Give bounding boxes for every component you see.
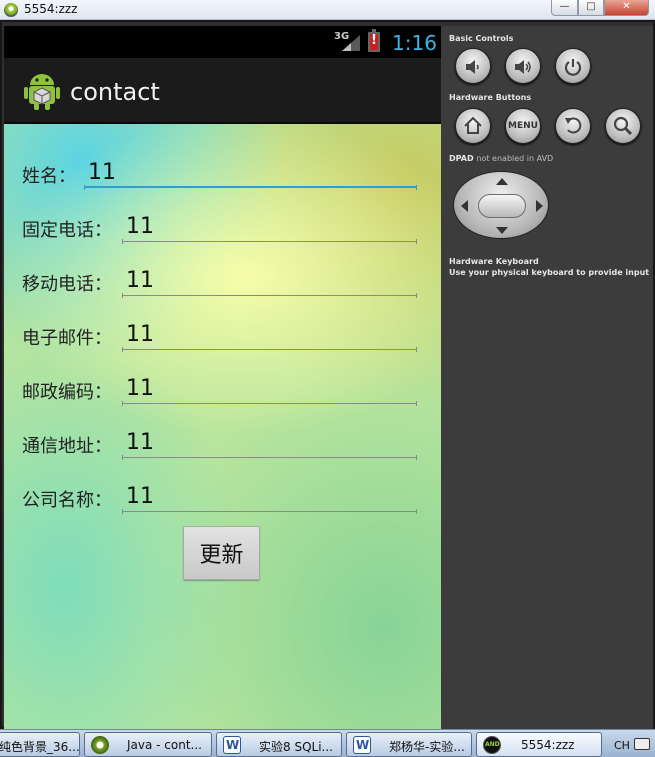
company-label: 公司名称： xyxy=(22,490,112,511)
name-label: 姓名： xyxy=(22,166,76,187)
home-icon xyxy=(464,116,482,134)
home-button[interactable] xyxy=(455,108,491,144)
close-button[interactable]: ✕ xyxy=(604,0,649,16)
android-screen: 3G 1:16 contact 姓名： 固定电话： xyxy=(4,26,441,729)
taskbar-item-label: 郑杨华-实验... xyxy=(389,740,465,754)
hardware-keyboard-section: Hardware Keyboard Use your physical keyb… xyxy=(449,256,649,278)
company-input[interactable] xyxy=(122,482,417,512)
dpad-right-icon[interactable] xyxy=(536,200,543,212)
name-input[interactable] xyxy=(84,158,417,188)
email-input[interactable] xyxy=(122,320,417,350)
email-label: 电子邮件： xyxy=(22,328,112,349)
taskbar-item-java[interactable]: Java - cont... xyxy=(84,732,212,757)
taskbar-item-label: 实验8 SQLi... xyxy=(259,740,333,754)
emulator-app-icon xyxy=(4,3,18,17)
postcode-input[interactable] xyxy=(122,374,417,404)
word-icon xyxy=(353,736,371,754)
hardware-keyboard-note: Use your physical keyboard to provide in… xyxy=(449,268,650,277)
taskbar-item-background-image[interactable]: 纯色背景_36... xyxy=(0,732,80,757)
volume-down-icon xyxy=(466,60,479,74)
landline-input[interactable] xyxy=(122,212,417,242)
hardware-buttons-title: Hardware Buttons xyxy=(449,93,532,102)
dpad-label: DPAD xyxy=(449,154,474,163)
java-icon xyxy=(91,736,109,754)
address-label: 通信地址： xyxy=(22,436,112,457)
status-clock: 1:16 xyxy=(392,31,437,55)
back-button[interactable] xyxy=(555,108,591,144)
power-button[interactable] xyxy=(555,48,591,84)
input-language-indicator[interactable]: CH xyxy=(614,739,630,752)
dpad-title: DPAD not enabled in AVD xyxy=(449,154,553,163)
battery-alert-icon xyxy=(368,29,380,52)
windows-taskbar: 纯色背景_36... Java - cont... 实验8 SQLi... 郑杨… xyxy=(0,729,655,757)
hardware-keyboard-title: Hardware Keyboard xyxy=(449,257,539,266)
dpad[interactable] xyxy=(453,171,549,239)
keyboard-icon[interactable] xyxy=(634,738,650,750)
taskbar-item-word-report[interactable]: 郑杨华-实验... xyxy=(346,732,472,757)
company-field-wrap xyxy=(122,480,417,514)
postcode-label: 邮政编码： xyxy=(22,382,112,403)
search-button[interactable] xyxy=(605,108,641,144)
window-title: 5554:zzz xyxy=(24,2,78,16)
dpad-up-icon[interactable] xyxy=(496,178,508,185)
menu-button[interactable]: MENU xyxy=(505,108,541,144)
minimize-button[interactable]: — xyxy=(551,0,578,16)
maximize-button[interactable]: □ xyxy=(578,0,604,16)
search-icon xyxy=(613,116,633,136)
window-titlebar: 5554:zzz — □ ✕ xyxy=(0,0,655,20)
address-input[interactable] xyxy=(122,428,417,458)
landline-field-wrap xyxy=(122,210,417,244)
volume-up-button[interactable] xyxy=(505,48,541,84)
word-icon xyxy=(223,736,241,754)
signal-icon xyxy=(342,35,360,51)
email-field-wrap xyxy=(122,318,417,352)
emulator-control-panel: Basic Controls Hardware Buttons MENU DPA… xyxy=(441,26,653,729)
android-logo-icon xyxy=(24,74,60,110)
taskbar-item-label: 5554:zzz xyxy=(521,738,575,752)
dpad-note: not enabled in AVD xyxy=(476,154,554,163)
dpad-left-icon[interactable] xyxy=(461,200,468,212)
android-emulator-icon xyxy=(483,736,501,754)
volume-up-icon xyxy=(515,60,531,74)
taskbar-item-label: 纯色背景_36... xyxy=(0,740,80,754)
back-icon xyxy=(565,117,582,134)
taskbar-item-emulator[interactable]: 5554:zzz xyxy=(476,732,602,757)
status-bar: 3G 1:16 xyxy=(4,26,441,58)
action-bar: contact xyxy=(4,58,441,124)
name-field-wrap xyxy=(84,156,417,190)
address-field-wrap xyxy=(122,426,417,460)
mobile-field-wrap xyxy=(122,264,417,298)
app-title: contact xyxy=(70,78,160,106)
mobile-input[interactable] xyxy=(122,266,417,296)
power-icon xyxy=(564,59,582,76)
volume-down-button[interactable] xyxy=(455,48,491,84)
postcode-field-wrap xyxy=(122,372,417,406)
taskbar-item-label: Java - cont... xyxy=(127,738,202,752)
landline-label: 固定电话： xyxy=(22,220,112,241)
update-button[interactable]: 更新 xyxy=(183,526,260,580)
dpad-center-button[interactable] xyxy=(478,194,526,218)
dpad-down-icon[interactable] xyxy=(496,227,508,234)
taskbar-item-word-sqlite[interactable]: 实验8 SQLi... xyxy=(216,732,342,757)
mobile-label: 移动电话： xyxy=(22,274,112,295)
basic-controls-title: Basic Controls xyxy=(449,34,514,43)
